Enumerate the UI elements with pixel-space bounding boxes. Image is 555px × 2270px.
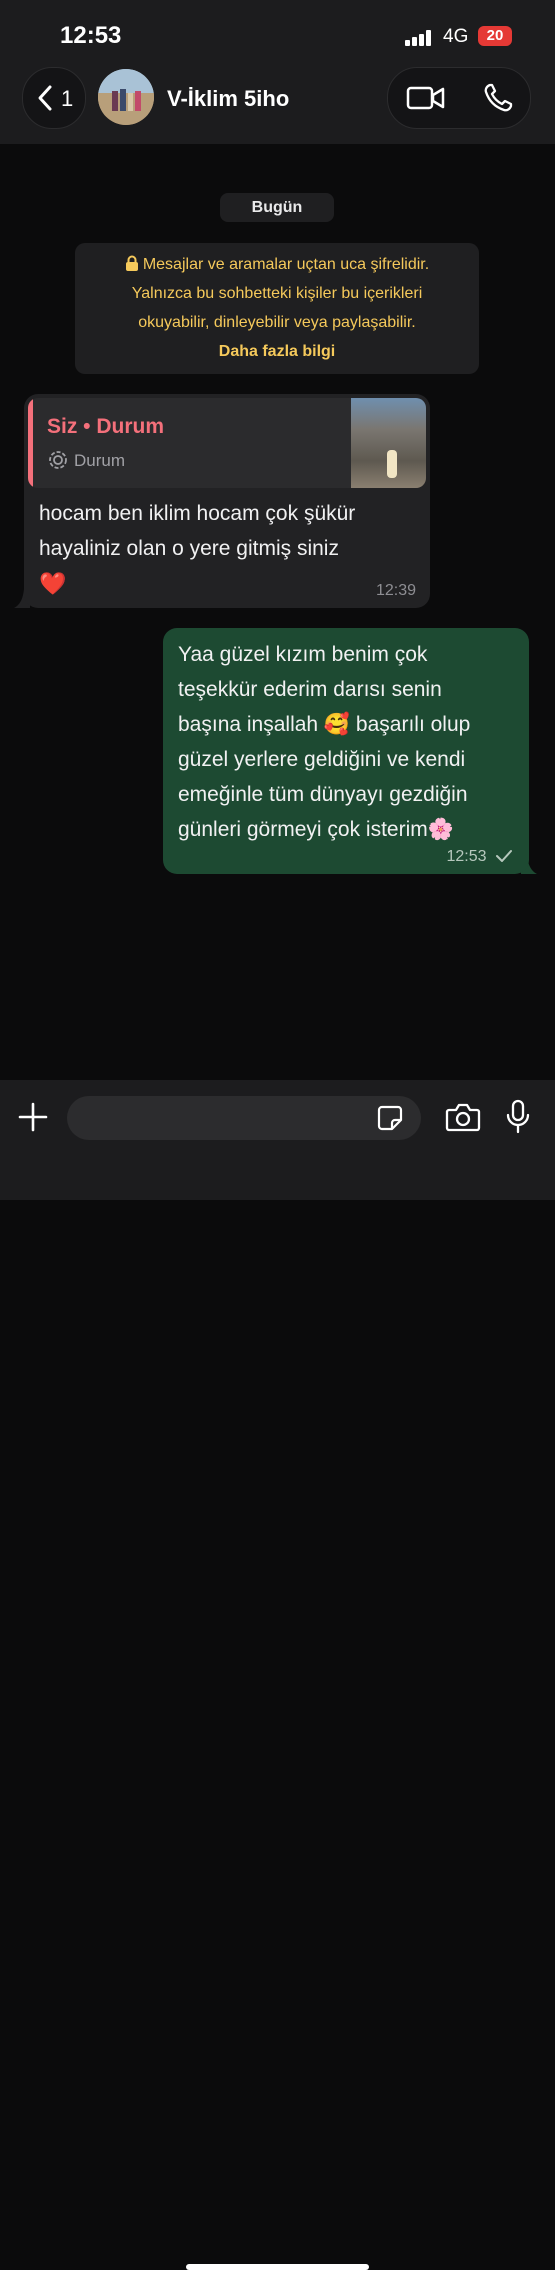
status-thumbnail <box>351 398 426 488</box>
chat-header: 1 V-İklim 5iho <box>0 66 555 144</box>
network-type: 4G <box>443 26 469 47</box>
incoming-message-text: hocam ben iklim hocam çok şükür hayalini… <box>39 496 419 601</box>
encryption-line-2: Yalnızca bu sohbetteki kişiler bu içerik… <box>131 285 423 302</box>
sent-check-icon <box>496 850 512 862</box>
chevron-left-icon <box>38 85 52 111</box>
outgoing-message-meta: 12:53 <box>447 848 514 866</box>
encryption-notice[interactable]: Mesajlar ve aramalar uçtan uca şifrelidi… <box>75 243 479 374</box>
outgoing-message-text: Yaa güzel kızım benim çok teşekkür ederi… <box>178 643 471 841</box>
avatar-photo <box>98 69 154 125</box>
heart-emoji: ❤️ <box>39 571 67 596</box>
status-icon <box>49 451 67 469</box>
outgoing-message[interactable]: Yaa güzel kızım benim çok teşekkür ederi… <box>163 628 529 874</box>
lock-icon <box>125 255 138 271</box>
status-time: 12:53 <box>60 22 122 49</box>
home-indicator <box>186 2264 369 2270</box>
encryption-line-1: Mesajlar ve aramalar uçtan uca şifrelidi… <box>75 250 479 279</box>
battery-level: 20 <box>486 27 504 44</box>
incoming-message[interactable]: Siz • Durum Durum hocam ben iklim hocam … <box>24 394 430 608</box>
quote-accent-bar <box>28 398 33 488</box>
sticker-icon[interactable] <box>377 1105 403 1131</box>
quote-subtitle: Durum <box>48 450 125 471</box>
status-bar: 12:53 4G 20 <box>0 0 555 66</box>
more-info-link[interactable]: Daha fazla bilgi <box>75 337 479 366</box>
encryption-line-3: okuyabilir, dinleyebilir veya paylaşabil… <box>138 314 416 331</box>
microphone-icon[interactable] <box>505 1099 531 1135</box>
back-button[interactable]: 1 <box>22 67 86 129</box>
camera-icon[interactable] <box>445 1102 481 1132</box>
outgoing-message-time: 12:53 <box>446 848 487 865</box>
video-call-icon[interactable] <box>406 84 446 112</box>
signal-strength-icon <box>405 30 433 46</box>
incoming-message-time: 12:39 <box>375 582 416 599</box>
message-input-bar <box>0 1080 555 2270</box>
phone-icon[interactable] <box>482 82 514 114</box>
battery-icon: 20 <box>478 26 512 46</box>
quoted-status[interactable]: Siz • Durum Durum <box>28 398 426 488</box>
message-input[interactable] <box>67 1096 421 1140</box>
unread-count: 1 <box>61 86 74 111</box>
quote-title: Siz • Durum <box>47 415 165 438</box>
plus-icon[interactable] <box>18 1102 48 1132</box>
contact-name[interactable]: V-İklim 5iho <box>167 86 289 112</box>
call-actions <box>387 67 531 129</box>
date-chip: Bugün <box>220 193 334 222</box>
avatar[interactable] <box>98 69 154 125</box>
